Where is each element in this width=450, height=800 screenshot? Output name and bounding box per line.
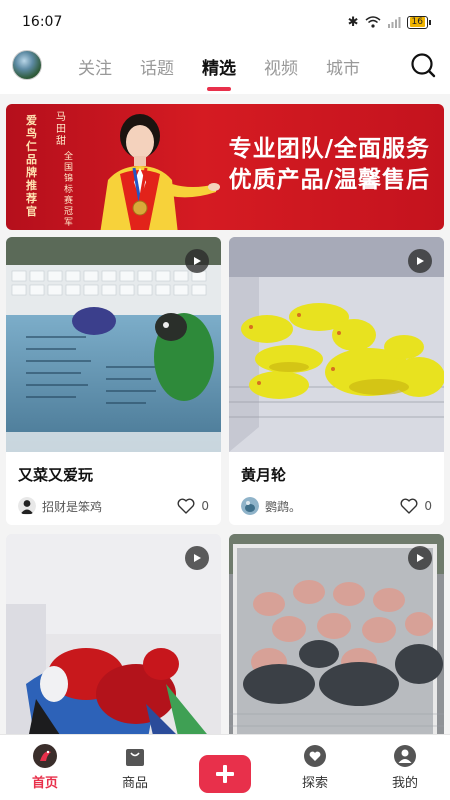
nav-home-label: 首页 — [31, 776, 58, 791]
banner-brand-text: 爱鸟仁品牌推荐官 — [26, 114, 37, 218]
author-name: 招财是笨鸡 — [42, 499, 103, 514]
post-card[interactable] — [6, 534, 221, 749]
post-meta: 鹦鹉。 0 — [229, 485, 444, 525]
author-name: 鹦鹉。 — [265, 499, 302, 514]
post-author[interactable]: 鹦鹉。 — [241, 497, 301, 515]
author-avatar — [241, 497, 259, 515]
banner-slogan-line2: 优质产品/温馨售后 — [228, 167, 430, 193]
app-screen: 16:07 ✱ 16 关注 话题 精选 视频 城市 爱鸟仁品牌推荐官 马田甜 全… — [0, 0, 450, 800]
top-header: 关注 话题 精选 视频 城市 — [0, 44, 450, 94]
author-avatar — [18, 497, 36, 515]
tab-topics[interactable]: 话题 — [140, 54, 174, 79]
search-icon[interactable] — [410, 52, 436, 78]
nav-explore[interactable]: 探索 — [270, 735, 360, 791]
play-icon[interactable] — [185, 249, 209, 273]
nav-mine[interactable]: 我的 — [360, 735, 450, 791]
plus-icon — [216, 765, 234, 783]
post-thumbnail[interactable] — [229, 534, 444, 749]
nav-goods[interactable]: 商品 — [90, 735, 180, 791]
tab-video[interactable]: 视频 — [264, 54, 298, 79]
ambassador-photo — [100, 114, 220, 230]
play-icon[interactable] — [408, 546, 432, 570]
tab-follow[interactable]: 关注 — [78, 54, 112, 79]
post-thumbnail[interactable] — [6, 237, 221, 452]
status-icons: ✱ 16 — [347, 14, 432, 30]
post-title: 黄月轮 — [241, 466, 287, 484]
nav-publish[interactable] — [180, 735, 270, 793]
play-icon[interactable] — [408, 249, 432, 273]
like-count: 0 — [424, 499, 432, 513]
wifi-icon — [365, 16, 381, 28]
like-count: 0 — [201, 499, 209, 513]
heart-icon — [177, 498, 195, 514]
banner-slogan-line1: 专业团队/全面服务 — [228, 136, 430, 162]
post-card[interactable]: 黄月轮 鹦鹉。 0 — [229, 237, 444, 525]
user-avatar[interactable] — [12, 50, 42, 80]
feed-tabs: 关注 话题 精选 视频 城市 — [78, 44, 360, 88]
shopping-bag-icon — [122, 743, 148, 769]
home-icon — [32, 743, 58, 769]
status-time: 16:07 — [22, 14, 63, 30]
profile-icon — [392, 743, 418, 769]
promo-banner[interactable]: 爱鸟仁品牌推荐官 马田甜 全国锦标赛冠军 专业团队/全面服务 优质产品/温馨售后 — [6, 104, 444, 230]
post-card[interactable]: 又菜又爱玩 招财是笨鸡 0 — [6, 237, 221, 525]
post-card[interactable] — [229, 534, 444, 749]
nav-mine-label: 我的 — [391, 776, 418, 791]
nav-goods-label: 商品 — [121, 776, 148, 791]
post-title: 又菜又爱玩 — [18, 466, 94, 484]
play-icon[interactable] — [185, 546, 209, 570]
like-button[interactable]: 0 — [400, 498, 432, 514]
status-bar: 16:07 ✱ 16 — [0, 0, 450, 44]
battery-icon: 16 — [406, 15, 432, 29]
bottom-nav: 首页 商品 探索 我的 — [0, 734, 450, 800]
tab-featured[interactable]: 精选 — [202, 54, 236, 79]
like-button[interactable]: 0 — [177, 498, 209, 514]
post-thumbnail[interactable] — [229, 237, 444, 452]
banner-slogan: 专业团队/全面服务 优质产品/温馨售后 — [229, 134, 430, 196]
battery-level: 16 — [409, 17, 425, 27]
tab-city[interactable]: 城市 — [326, 54, 360, 79]
nav-explore-label: 探索 — [301, 776, 328, 791]
banner-ambassador-title: 全国锦标赛冠军 — [64, 152, 74, 228]
add-post-button[interactable] — [199, 755, 251, 793]
bluetooth-icon: ✱ — [347, 14, 359, 30]
heart-icon — [400, 498, 418, 514]
explore-heart-icon — [302, 743, 328, 769]
banner-ambassador-name: 马田甜 — [56, 112, 66, 147]
post-meta: 招财是笨鸡 0 — [6, 485, 221, 525]
post-thumbnail[interactable] — [6, 534, 221, 749]
signal-icon — [387, 17, 401, 28]
post-author[interactable]: 招财是笨鸡 — [18, 497, 102, 515]
nav-home[interactable]: 首页 — [0, 735, 90, 791]
